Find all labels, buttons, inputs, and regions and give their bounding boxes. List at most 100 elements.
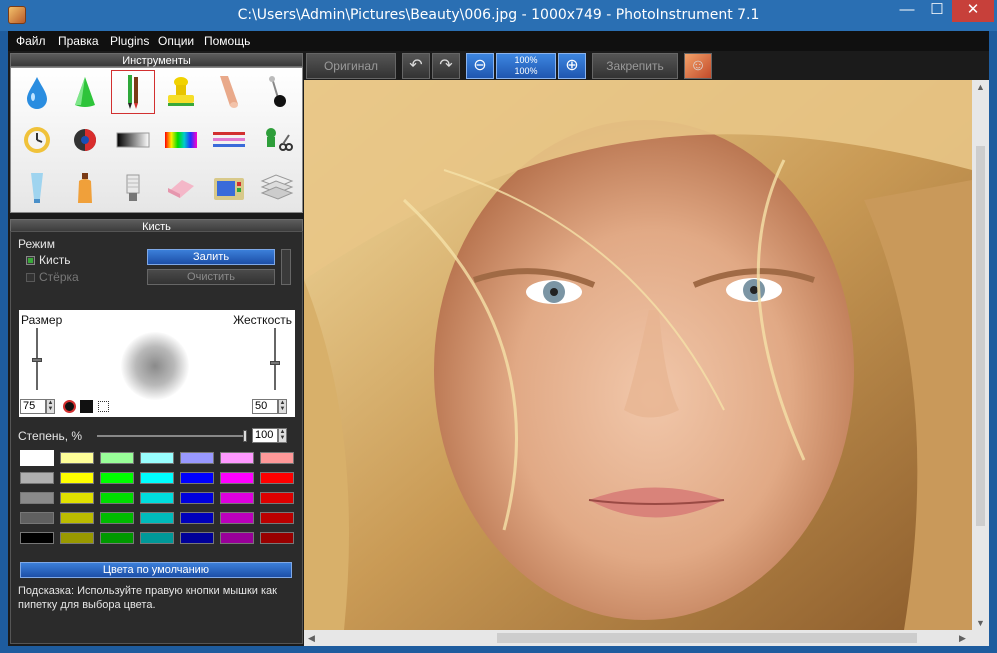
tool-pin[interactable] <box>255 70 299 114</box>
color-swatch[interactable] <box>140 512 174 524</box>
scroll-down-arrow[interactable]: ▼ <box>976 618 985 628</box>
tool-bulb[interactable] <box>111 166 155 210</box>
color-swatch[interactable] <box>60 532 94 544</box>
tool-clone[interactable] <box>255 118 299 162</box>
color-swatch[interactable] <box>260 452 294 464</box>
horizontal-scroll-thumb[interactable] <box>497 633 917 643</box>
hardness-spinner[interactable]: ▲ ▼ <box>278 399 287 414</box>
degree-spinner[interactable]: ▲ ▼ <box>278 428 287 443</box>
color-swatch[interactable] <box>140 472 174 484</box>
photo-canvas[interactable] <box>304 80 972 630</box>
color-swatch[interactable] <box>260 492 294 504</box>
vertical-scrollbar[interactable]: ▲ ▼ <box>972 80 989 630</box>
color-swatch[interactable] <box>60 472 94 484</box>
tool-gradient[interactable] <box>111 118 155 162</box>
minimize-button[interactable]: — <box>893 0 921 22</box>
tool-cone[interactable] <box>63 70 107 114</box>
menu-file[interactable]: Файл <box>16 34 46 48</box>
close-button[interactable]: ✕ <box>952 0 994 22</box>
color-swatch[interactable] <box>180 512 214 524</box>
scroll-up-arrow[interactable]: ▲ <box>976 82 985 92</box>
size-input[interactable]: 75 <box>20 399 46 414</box>
tool-brush[interactable] <box>111 70 155 114</box>
round-brush-shape[interactable] <box>63 400 76 413</box>
color-swatch[interactable] <box>20 472 54 484</box>
color-swatch[interactable] <box>60 512 94 524</box>
tool-drop[interactable] <box>15 70 59 114</box>
horizontal-scrollbar[interactable]: ◀ ▶ <box>304 630 972 646</box>
color-swatch[interactable] <box>220 472 254 484</box>
square-brush-shape[interactable] <box>80 400 93 413</box>
color-swatch[interactable] <box>100 492 134 504</box>
degree-slider[interactable] <box>97 430 247 442</box>
degree-slider-knob[interactable] <box>243 430 247 442</box>
color-swatch[interactable] <box>20 532 54 544</box>
original-button[interactable]: Оригинал <box>306 53 396 79</box>
panel-grip[interactable] <box>281 249 291 285</box>
color-swatch[interactable] <box>100 452 134 464</box>
pin-button[interactable]: Закрепить <box>592 53 678 79</box>
color-swatch[interactable] <box>100 512 134 524</box>
tool-tube[interactable] <box>15 166 59 210</box>
title-bar: C:\Users\Admin\Pictures\Beauty\006.jpg -… <box>0 0 997 31</box>
zoom-in-button[interactable]: ⊕ <box>558 53 586 79</box>
color-swatch[interactable] <box>20 512 54 524</box>
color-swatch[interactable] <box>100 472 134 484</box>
menu-help[interactable]: Помощь <box>204 34 250 48</box>
color-swatch[interactable] <box>260 472 294 484</box>
tool-lines[interactable] <box>207 118 251 162</box>
eraser-mode-checkbox[interactable] <box>26 273 35 282</box>
color-swatch[interactable] <box>220 452 254 464</box>
hardness-input[interactable]: 50 <box>252 399 278 414</box>
color-swatch[interactable] <box>180 492 214 504</box>
tool-eye[interactable] <box>63 118 107 162</box>
color-swatch[interactable] <box>180 452 214 464</box>
zoom-100-button[interactable]: 100% 100% <box>496 53 556 79</box>
clear-button[interactable]: Очистить <box>147 269 275 285</box>
tool-clock[interactable] <box>15 118 59 162</box>
brush-mode-checkbox[interactable] <box>26 256 35 265</box>
maximize-button[interactable]: ☐ <box>923 0 951 22</box>
color-swatch[interactable] <box>140 452 174 464</box>
color-swatch[interactable] <box>180 472 214 484</box>
menu-plugins[interactable]: Plugins <box>110 34 149 48</box>
color-swatch[interactable] <box>100 532 134 544</box>
color-swatch[interactable] <box>20 492 54 504</box>
zoom-out-button[interactable]: ⊖ <box>466 53 494 79</box>
menu-options[interactable]: Опции <box>158 34 194 48</box>
undo-button[interactable]: ↶ <box>402 53 430 79</box>
degree-input[interactable]: 100 <box>252 428 278 443</box>
tool-finger[interactable] <box>207 70 251 114</box>
color-swatch[interactable] <box>260 532 294 544</box>
redo-button[interactable]: ↷ <box>432 53 460 79</box>
hardness-slider-knob[interactable] <box>270 361 280 365</box>
default-colors-button[interactable]: Цвета по умолчанию <box>20 562 292 578</box>
hardness-slider[interactable] <box>270 328 280 390</box>
color-swatch[interactable] <box>220 512 254 524</box>
color-swatch[interactable] <box>260 512 294 524</box>
tool-stamp[interactable] <box>159 70 203 114</box>
tool-rainbow[interactable] <box>159 118 203 162</box>
color-swatch[interactable] <box>180 532 214 544</box>
tool-text[interactable] <box>255 166 299 210</box>
size-slider[interactable] <box>32 328 42 390</box>
size-spinner[interactable]: ▲ ▼ <box>46 399 55 414</box>
tool-bottle[interactable] <box>63 166 107 210</box>
fill-button[interactable]: Залить <box>147 249 275 265</box>
portrait-thumbnail[interactable]: ☺ <box>684 53 712 79</box>
color-swatch[interactable] <box>20 450 54 466</box>
selection-brush-shape[interactable] <box>98 401 109 412</box>
color-swatch[interactable] <box>220 532 254 544</box>
color-swatch[interactable] <box>60 492 94 504</box>
color-swatch[interactable] <box>140 492 174 504</box>
vertical-scroll-thumb[interactable] <box>976 146 985 526</box>
size-slider-knob[interactable] <box>32 358 42 362</box>
color-swatch[interactable] <box>220 492 254 504</box>
menu-edit[interactable]: Правка <box>58 34 99 48</box>
scroll-right-arrow[interactable]: ▶ <box>959 633 966 644</box>
scroll-left-arrow[interactable]: ◀ <box>308 633 315 644</box>
tool-tv[interactable] <box>207 166 251 210</box>
color-swatch[interactable] <box>140 532 174 544</box>
color-swatch[interactable] <box>60 452 94 464</box>
tool-eraser[interactable] <box>159 166 203 210</box>
